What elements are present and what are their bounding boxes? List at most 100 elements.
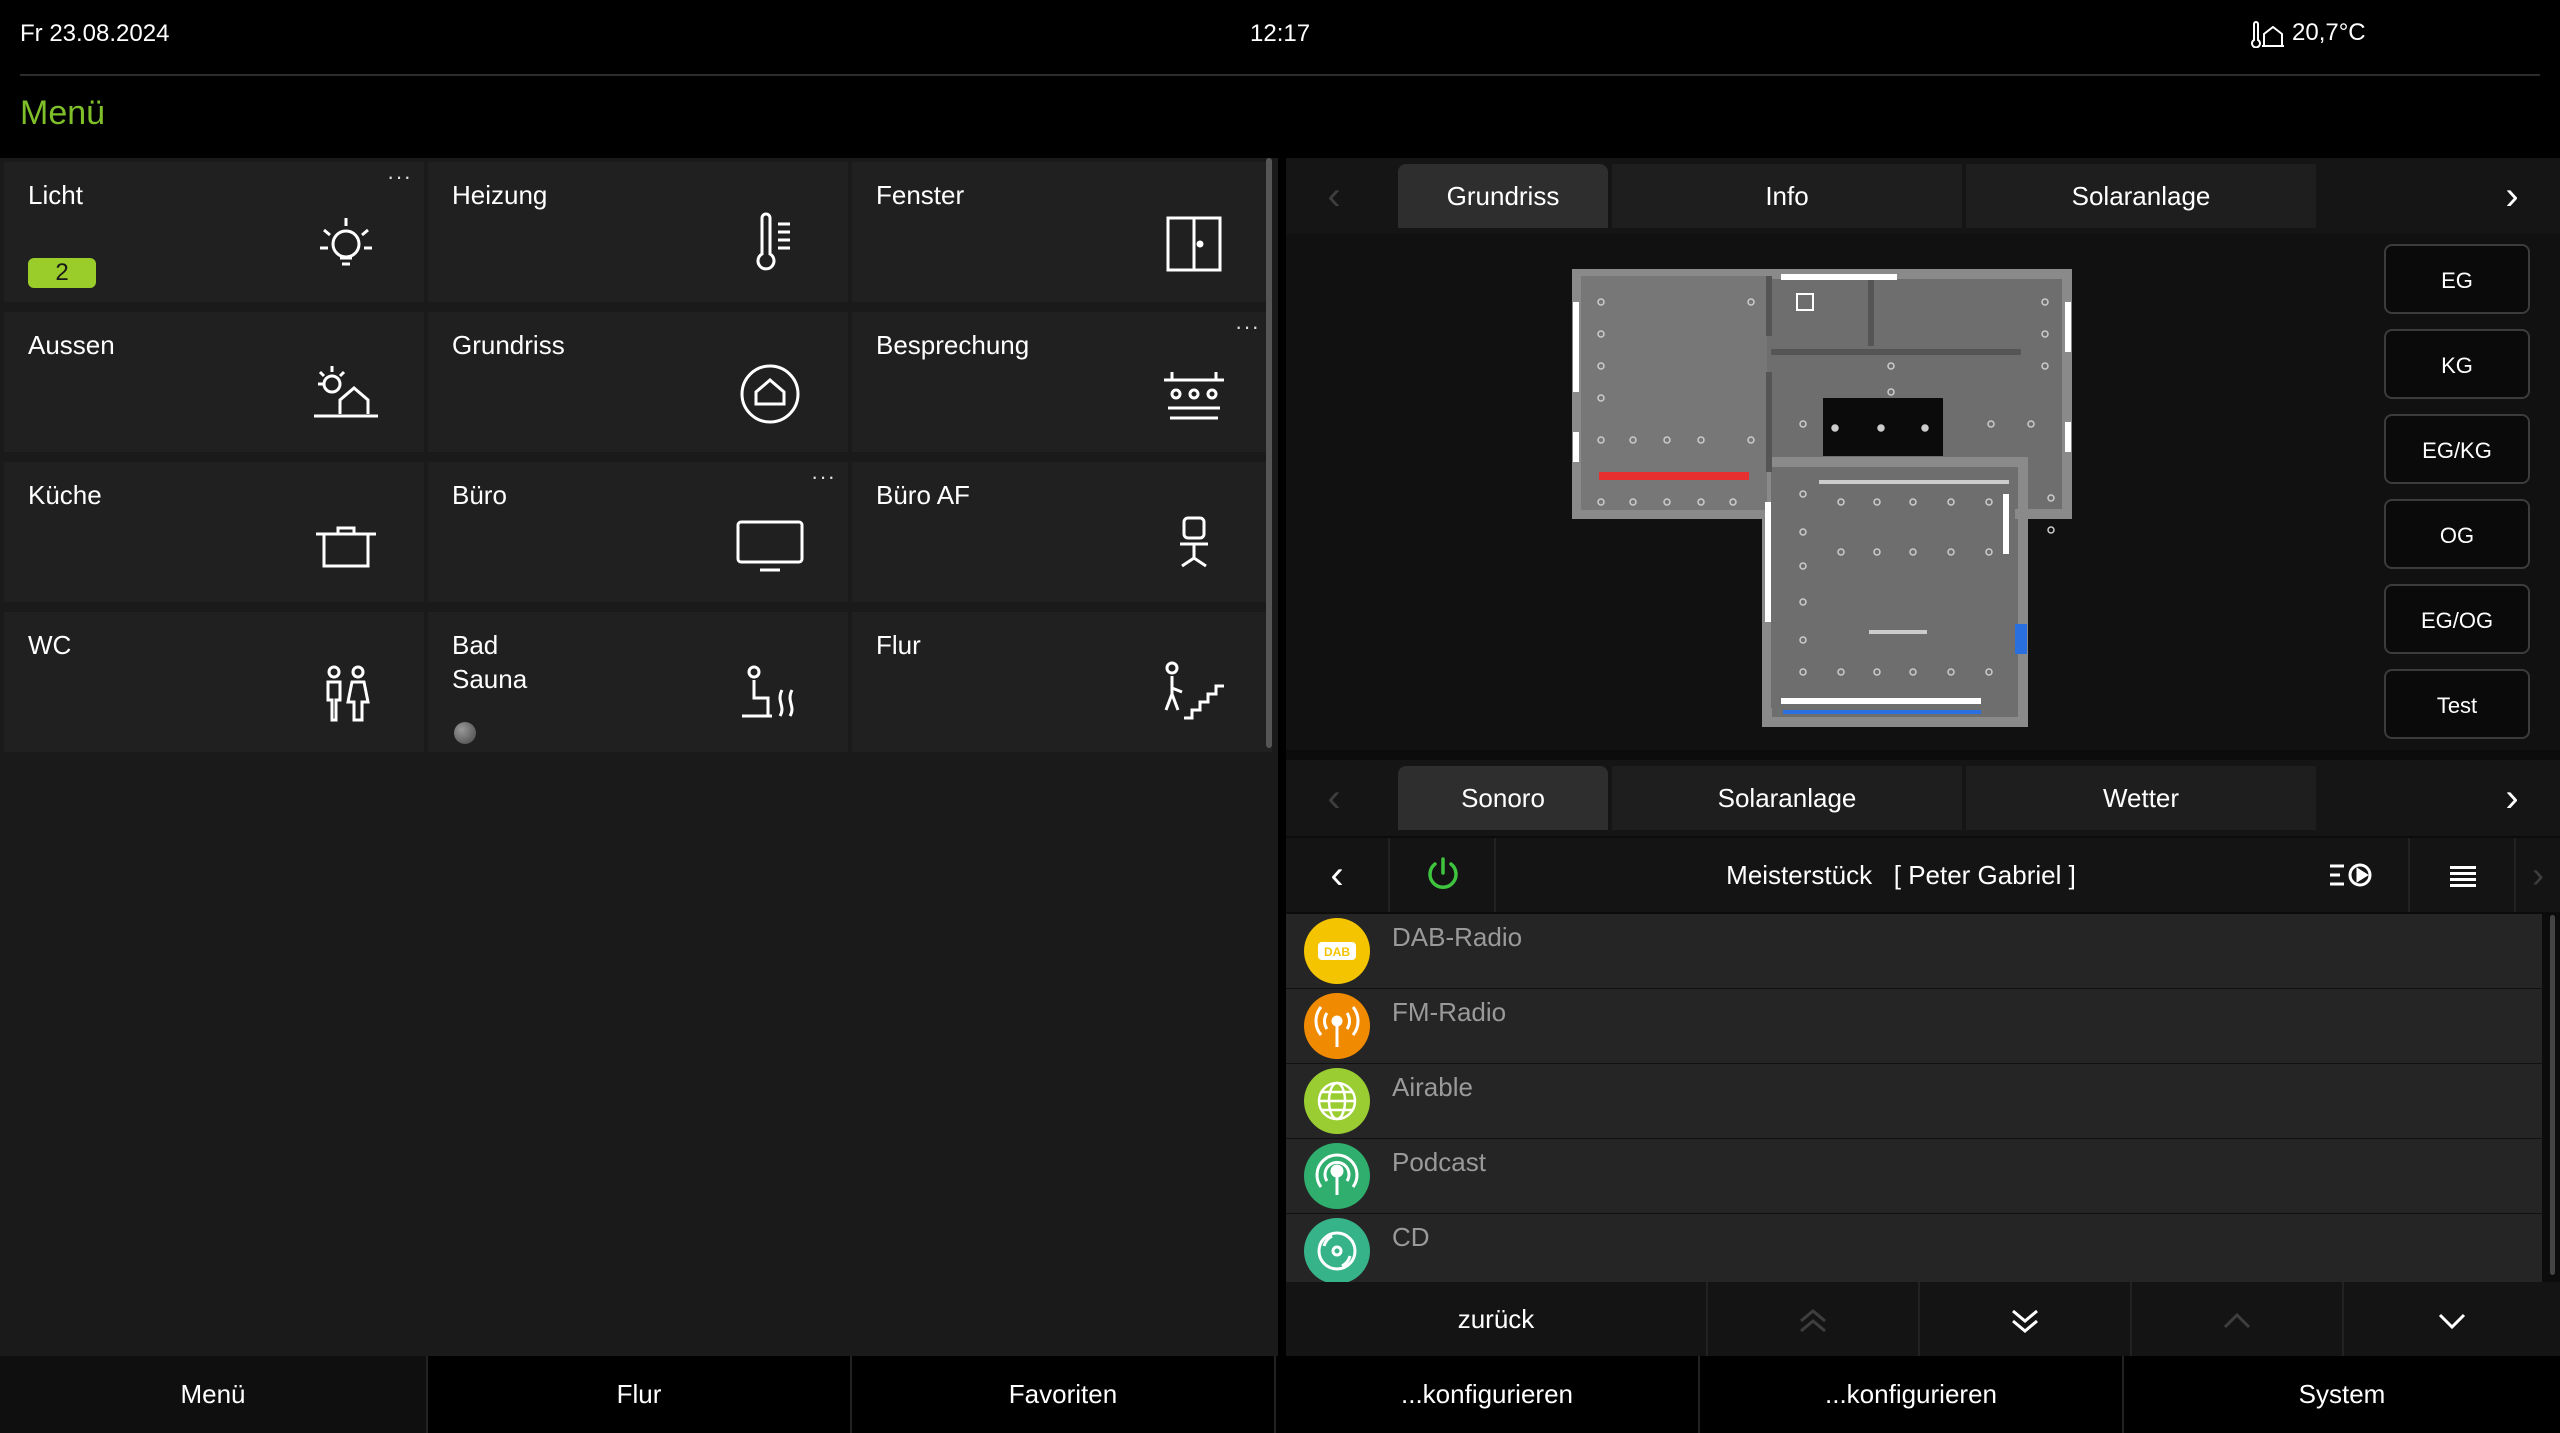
back-button[interactable]: zurück xyxy=(1286,1282,1708,1356)
shuffle-repeat-button[interactable] xyxy=(2306,838,2410,912)
tile-fenster[interactable]: Fenster xyxy=(852,162,1272,302)
floorplan-view[interactable] xyxy=(1286,234,2560,750)
status-badge: 2 xyxy=(28,258,96,288)
page-up-button[interactable] xyxy=(1708,1282,1920,1356)
meeting-room-icon xyxy=(1158,358,1230,430)
tile-label: Bad Sauna xyxy=(452,630,528,694)
menu-grid: Licht ··· 2 Heizung Fenster Aussen Grund… xyxy=(0,158,1278,1356)
list-item-cd[interactable]: CD xyxy=(1286,1214,2542,1290)
nav-menu[interactable]: Menü xyxy=(0,1356,428,1433)
tile-label: Licht xyxy=(28,180,83,210)
tab-next-arrow[interactable]: › xyxy=(2464,158,2560,234)
source-name: Podcast xyxy=(1392,1147,1486,1177)
tile-buero-af[interactable]: Büro AF xyxy=(852,462,1272,602)
monitor-icon xyxy=(734,508,806,580)
status-indicator xyxy=(454,722,476,744)
source-name: DAB-Radio xyxy=(1392,922,1523,952)
tab-info[interactable]: Info xyxy=(1612,164,1962,228)
now-playing-title: Meisterstück [ Peter Gabriel ] xyxy=(1726,860,2076,890)
nav-system[interactable]: System xyxy=(2124,1356,2560,1433)
tile-label: Flur xyxy=(876,630,921,660)
nav-favoriten[interactable]: Favoriten xyxy=(852,1356,1276,1433)
chevron-up-icon xyxy=(2223,1313,2251,1329)
tab-grundriss[interactable]: Grundriss xyxy=(1398,164,1608,228)
floor-button-eg-og[interactable]: EG/OG xyxy=(2384,584,2530,654)
office-chair-icon xyxy=(1158,508,1230,580)
tab-sonoro[interactable]: Sonoro xyxy=(1398,766,1608,830)
power-button[interactable] xyxy=(1390,838,1496,912)
more-options-icon[interactable]: ··· xyxy=(811,464,836,490)
tab-next-arrow[interactable]: › xyxy=(2464,760,2560,836)
tile-bad-sauna[interactable]: Bad Sauna xyxy=(428,612,848,752)
floor-button-eg-kg[interactable]: EG/KG xyxy=(2384,414,2530,484)
tile-label: Heizung xyxy=(452,180,548,210)
back-arrow-icon[interactable]: ‹ xyxy=(1286,838,1390,912)
tile-kueche[interactable]: Küche xyxy=(4,462,424,602)
tile-label: WC xyxy=(28,630,72,660)
tab-solaranlage[interactable]: Solaranlage xyxy=(1966,164,2316,228)
page-title: Menü xyxy=(20,94,106,132)
list-navigation: zurück xyxy=(1286,1282,2560,1356)
double-chevron-up-icon xyxy=(1800,1309,1826,1333)
tile-label: Fenster xyxy=(876,180,965,210)
tile-label: Grundriss xyxy=(452,330,565,360)
tile-label: Büro AF xyxy=(876,480,970,510)
tile-wc[interactable]: WC xyxy=(4,612,424,752)
dab-icon: DAB xyxy=(1304,918,1370,984)
sauna-icon xyxy=(734,658,806,730)
podcast-icon xyxy=(1304,1143,1370,1209)
tile-licht[interactable]: Licht ··· 2 xyxy=(4,162,424,302)
tile-buero[interactable]: Büro ··· xyxy=(428,462,848,602)
tile-flur[interactable]: Flur xyxy=(852,612,1272,752)
date-display: Fr 23.08.2024 xyxy=(20,20,170,47)
floor-button-eg[interactable]: EG xyxy=(2384,244,2530,314)
list-item-dab-radio[interactable]: DAB DAB-Radio xyxy=(1286,914,2542,990)
floor-button-og[interactable]: OG xyxy=(2384,499,2530,569)
scroll-down-button[interactable] xyxy=(2344,1282,2560,1356)
list-item-airable[interactable]: Airable xyxy=(1286,1064,2542,1140)
chevron-down-icon xyxy=(2438,1314,2466,1330)
window-icon xyxy=(1158,208,1230,280)
stairs-walker-icon xyxy=(1158,658,1230,730)
floor-button-kg[interactable]: KG xyxy=(2384,329,2530,399)
player-bar: ‹ Meisterstück [ Peter Gabriel ] › xyxy=(1286,838,2560,912)
floorplan-image xyxy=(1572,269,2072,727)
tile-label: Besprechung xyxy=(876,330,1030,360)
temperature-value: 20,7°C xyxy=(2292,19,2366,46)
tab-prev-arrow[interactable]: ‹ xyxy=(1286,760,1382,836)
more-options-icon[interactable]: ··· xyxy=(387,164,412,190)
house-thermometer-icon xyxy=(2251,21,2284,48)
bottom-navigation: Menü Flur Favoriten ...konfigurieren ...… xyxy=(0,1356,2560,1433)
list-icon xyxy=(2450,866,2476,887)
forward-arrow-icon[interactable]: › xyxy=(2516,838,2560,912)
source-name: CD xyxy=(1392,1222,1430,1252)
thermometer-icon xyxy=(734,208,806,280)
toilet-people-icon xyxy=(310,658,382,730)
nav-konfigurieren-2[interactable]: ...konfigurieren xyxy=(1700,1356,2124,1433)
radio-antenna-icon xyxy=(1304,993,1370,1059)
nav-konfigurieren-1[interactable]: ...konfigurieren xyxy=(1276,1356,1700,1433)
scrollbar[interactable] xyxy=(2550,915,2555,1275)
tile-besprechung[interactable]: Besprechung ··· xyxy=(852,312,1272,452)
tile-heizung[interactable]: Heizung xyxy=(428,162,848,302)
page-down-button[interactable] xyxy=(1920,1282,2132,1356)
scrollbar[interactable] xyxy=(1266,158,1272,748)
double-chevron-down-icon xyxy=(2012,1309,2038,1334)
scroll-up-button[interactable] xyxy=(2132,1282,2344,1356)
tab-prev-arrow[interactable]: ‹ xyxy=(1286,158,1382,234)
time-display: 12:17 xyxy=(1250,20,1311,47)
tab-wetter[interactable]: Wetter xyxy=(1966,766,2316,830)
tile-aussen[interactable]: Aussen xyxy=(4,312,424,452)
cd-icon xyxy=(1304,1218,1370,1284)
list-item-fm-radio[interactable]: FM-Radio xyxy=(1286,989,2542,1065)
house-circle-icon xyxy=(734,358,806,430)
tab-solaranlage[interactable]: Solaranlage xyxy=(1612,766,1962,830)
more-options-icon[interactable]: ··· xyxy=(1235,314,1260,340)
tile-label: Büro xyxy=(452,480,507,510)
floor-button-test[interactable]: Test xyxy=(2384,669,2530,739)
list-item-podcast[interactable]: Podcast xyxy=(1286,1139,2542,1215)
playlist-button[interactable] xyxy=(2410,838,2516,912)
nav-flur[interactable]: Flur xyxy=(428,1356,852,1433)
lightbulb-icon xyxy=(310,208,382,280)
tile-grundriss[interactable]: Grundriss xyxy=(428,312,848,452)
